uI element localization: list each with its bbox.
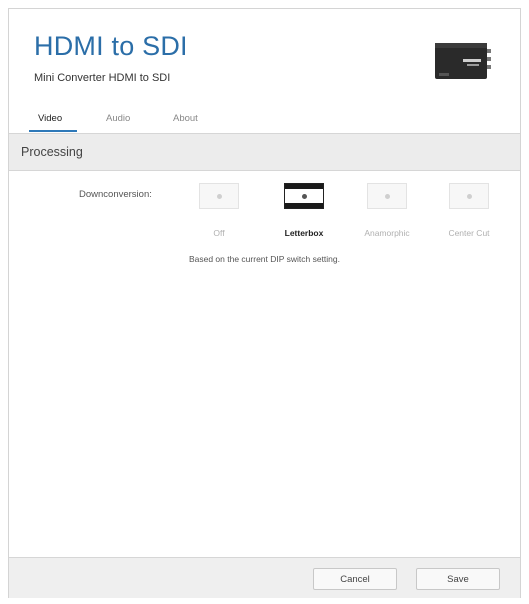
- center-cut-thumbnail-icon: [449, 183, 489, 209]
- tab-bar: Video Audio About: [9, 109, 520, 135]
- footer: Cancel Save: [9, 557, 520, 598]
- active-tab-indicator: [29, 130, 77, 132]
- option-label: Anamorphic: [364, 228, 410, 238]
- window: HDMI to SDI Mini Converter HDMI to SDI V…: [8, 8, 521, 598]
- cancel-button[interactable]: Cancel: [313, 568, 397, 590]
- downconversion-label: Downconversion:: [79, 189, 152, 200]
- option-label: Off: [213, 228, 225, 238]
- section-title: Processing: [21, 145, 83, 159]
- letterbox-thumbnail-icon: [284, 183, 324, 209]
- downconversion-option-center-cut[interactable]: Center Cut: [429, 181, 509, 241]
- converter-device-icon: [433, 39, 493, 83]
- downconversion-option-off[interactable]: Off: [179, 181, 259, 241]
- page-subtitle: Mini Converter HDMI to SDI: [34, 72, 171, 84]
- downconversion-option-anamorphic[interactable]: Anamorphic: [347, 181, 427, 241]
- tab-video[interactable]: Video: [38, 113, 62, 124]
- header: HDMI to SDI Mini Converter HDMI to SDI: [9, 9, 520, 104]
- dip-switch-note: Based on the current DIP switch setting.: [188, 254, 341, 264]
- option-label: Letterbox: [284, 228, 324, 238]
- save-button[interactable]: Save: [416, 568, 500, 590]
- anamorphic-thumbnail-icon: [367, 183, 407, 209]
- option-label: Center Cut: [448, 228, 490, 238]
- page-title: HDMI to SDI: [34, 31, 188, 61]
- tab-audio[interactable]: Audio: [106, 113, 130, 124]
- processing-section-header: Processing: [9, 133, 520, 171]
- downconversion-option-letterbox[interactable]: Letterbox: [264, 181, 344, 241]
- tab-about[interactable]: About: [173, 113, 198, 124]
- off-thumbnail-icon: [199, 183, 239, 209]
